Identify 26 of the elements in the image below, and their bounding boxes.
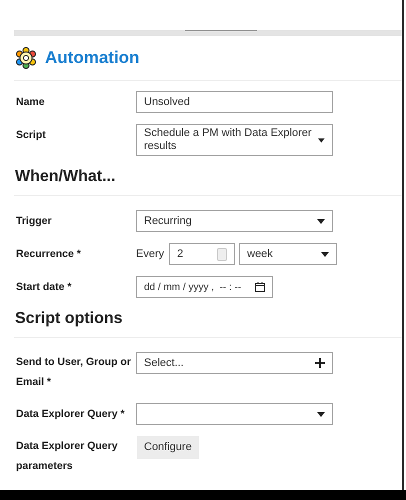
section-heading: When/What... bbox=[14, 167, 116, 187]
field-label: Data Explorer Query * bbox=[16, 407, 126, 422]
field-label: Recurrence * bbox=[16, 247, 82, 262]
field-label: Start date * bbox=[16, 280, 72, 295]
select-dropdown[interactable]: Recurring bbox=[136, 210, 333, 232]
date-field[interactable]: dd / mm / yyyy , -- : -- bbox=[136, 276, 273, 298]
field-label: Send to User, Group or Email * bbox=[16, 355, 132, 390]
unit-dropdown[interactable]: week bbox=[239, 243, 338, 265]
field-label: Script bbox=[16, 128, 47, 143]
caret-icon bbox=[317, 412, 325, 416]
caret-icon bbox=[317, 218, 325, 224]
caret-icon bbox=[321, 252, 330, 256]
plus-icon[interactable] bbox=[315, 358, 325, 368]
field-label: Trigger bbox=[16, 214, 53, 229]
configure-button[interactable]: Configure bbox=[137, 436, 199, 459]
field-label: Data Explorer Query parameters bbox=[16, 439, 119, 474]
text-field[interactable]: Unsolved bbox=[136, 91, 333, 113]
caret-icon bbox=[318, 138, 325, 142]
every-label: Every bbox=[136, 247, 164, 262]
calendar-icon[interactable] bbox=[255, 282, 265, 292]
select-field[interactable]: Select... bbox=[136, 352, 333, 374]
number-field[interactable]: 2 bbox=[169, 243, 236, 265]
page-title: Automation bbox=[45, 47, 140, 70]
select-dropdown[interactable]: Schedule a PM with Data Explorer results bbox=[136, 124, 333, 156]
field-label: Name bbox=[16, 95, 46, 110]
section-heading: Script options bbox=[14, 309, 124, 329]
